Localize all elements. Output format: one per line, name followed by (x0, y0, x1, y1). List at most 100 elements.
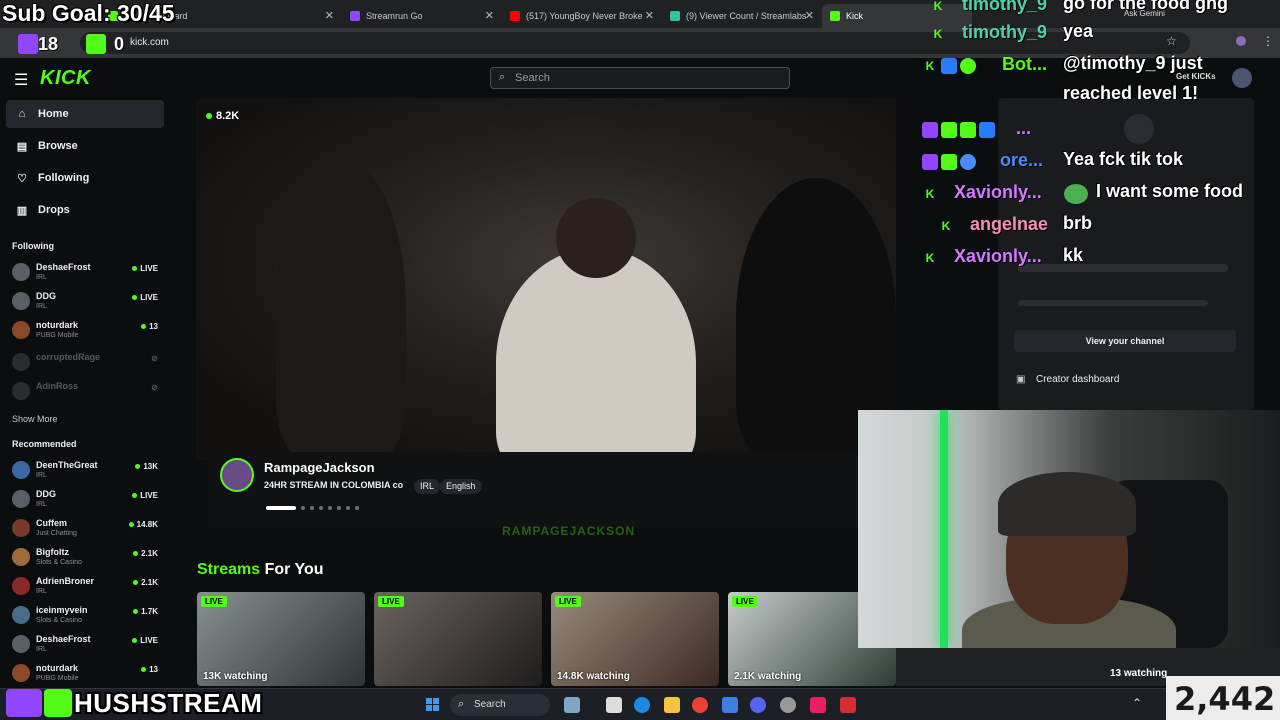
chat-message: K Xavionly... kk (920, 244, 1280, 274)
channel-name: noturdark (36, 663, 79, 673)
recommended-channel[interactable]: iceinmyvein Slots & Casino 1.7K (12, 603, 162, 629)
close-icon[interactable]: ✕ (805, 9, 814, 22)
nav-label: Following (38, 172, 90, 184)
overlay-stat-count: 18 (38, 34, 59, 54)
avatar (12, 490, 30, 508)
recommended-channel[interactable]: noturdark PUBG Mobile 13 (12, 661, 162, 687)
task-view-icon[interactable] (606, 697, 622, 713)
carousel-indicator[interactable] (266, 506, 359, 510)
channel-name: DeshaeFrost (36, 262, 91, 272)
weather-icon[interactable] (564, 697, 580, 713)
following-channel[interactable]: noturdark PUBG Mobile 13 (12, 318, 162, 344)
chat-username: ... (1016, 118, 1032, 138)
offline-icon: ⊘ (151, 383, 158, 392)
stream-card[interactable]: LIVE 13K watching (197, 592, 365, 686)
close-icon[interactable]: ✕ (325, 9, 334, 22)
carousel-dot[interactable] (337, 506, 341, 510)
recommended-channel[interactable]: Cuffem Just Chatting 14.8K (12, 516, 162, 542)
channel-category: Slots & Casino (36, 559, 82, 566)
carousel-dot[interactable] (301, 506, 305, 510)
sword-badge-icon (941, 154, 957, 170)
tab-title: Streamrun Go (366, 11, 423, 21)
settings-icon[interactable] (780, 697, 796, 713)
discord-icon[interactable] (750, 697, 766, 713)
chrome-icon[interactable] (692, 697, 708, 713)
tag-irl[interactable]: IRL (414, 479, 441, 494)
avatar[interactable] (220, 458, 254, 492)
following-channel[interactable]: DeshaeFrost IRL LIVE (12, 260, 162, 286)
avatar (12, 353, 30, 371)
stream-card[interactable]: LIVE 14.8K watching (551, 592, 719, 686)
taskbar-search[interactable]: ⌕ Search (450, 694, 550, 716)
close-icon[interactable]: ✕ (645, 9, 654, 22)
search-input[interactable]: ⌕ Search (490, 67, 790, 89)
windows-start-icon[interactable] (426, 698, 440, 712)
stream-card[interactable]: LIVE (374, 592, 542, 686)
menu-placeholder (1018, 300, 1208, 306)
carousel-dot[interactable] (328, 506, 332, 510)
app-icon[interactable] (840, 697, 856, 713)
video-figure (496, 248, 696, 460)
view-channel-button[interactable]: View your channel (1014, 330, 1236, 352)
avatar (12, 461, 30, 479)
close-icon[interactable]: ✕ (485, 9, 494, 22)
live-badge: LIVE (378, 596, 404, 607)
avatar (12, 664, 30, 682)
carousel-dot[interactable] (319, 506, 323, 510)
carousel-dot[interactable] (346, 506, 350, 510)
carousel-dot-active[interactable] (266, 506, 296, 510)
app-icon[interactable] (722, 697, 738, 713)
streamrun-favicon-icon (350, 11, 360, 21)
chat-username: Xavionly... (954, 182, 1042, 202)
watching-count: 13 watching (1110, 668, 1168, 679)
nav-following[interactable]: ♡ Following (6, 164, 164, 192)
chat-message: K timothy_9 go for the food gng (920, 0, 1280, 22)
recommended-channel[interactable]: AdrienBroner IRL 2.1K (12, 574, 162, 600)
channel-name: noturdark (36, 320, 79, 330)
show-more-link[interactable]: Show More (12, 414, 58, 424)
carousel-dot[interactable] (355, 506, 359, 510)
file-explorer-icon[interactable] (664, 697, 680, 713)
carousel-dot[interactable] (310, 506, 314, 510)
channel-name: DDG (36, 489, 56, 499)
recommended-channel[interactable]: DeenTheGreat IRL 13K (12, 458, 162, 484)
channel-category: Slots & Casino (36, 617, 82, 624)
channel-name: DeshaeFrost (36, 634, 91, 644)
webcam-led-strip (940, 410, 948, 648)
viewer-count: 13K (135, 462, 158, 471)
nav-drops[interactable]: ▥ Drops (6, 196, 164, 224)
live-status: LIVE (132, 293, 158, 302)
recommended-channel[interactable]: DeshaeFrost IRL LIVE (12, 632, 162, 658)
avatar (12, 635, 30, 653)
browser-tab[interactable]: (517) YoungBoy Never Broke ✕ (502, 4, 660, 28)
kick-logo[interactable]: KICK (40, 67, 91, 90)
tab-title: (9) Viewer Count / Streamlabs (686, 11, 807, 21)
nav-browse[interactable]: ▤ Browse (6, 132, 164, 160)
watching-count: 13K watching (203, 671, 268, 682)
live-badge: LIVE (555, 596, 581, 607)
avatar (12, 548, 30, 566)
featured-video-player[interactable] (196, 98, 896, 460)
chevron-up-icon[interactable]: ⌃ (1132, 696, 1142, 710)
featured-stream-info[interactable]: RampageJackson 24HR STREAM IN COLOMBIA c… (208, 452, 858, 528)
tab-title: Kick (846, 11, 864, 21)
menu-icon[interactable]: ☰ (14, 70, 28, 90)
streamer-name[interactable]: RampageJackson (264, 460, 375, 475)
browser-tab[interactable]: (9) Viewer Count / Streamlabs ✕ (662, 4, 820, 28)
creator-dashboard-link[interactable]: ▣ Creator dashboard (1016, 374, 1119, 385)
recommended-channel[interactable]: DDG IRL LIVE (12, 487, 162, 513)
tag-language[interactable]: English (440, 479, 482, 494)
channel-name: iceinmyvein (36, 605, 88, 615)
nav-home[interactable]: ⌂ Home (6, 100, 164, 128)
channel-name: AdrienBroner (36, 576, 95, 586)
following-channel-offline[interactable]: AdinRoss ⊘ (12, 379, 162, 405)
recommended-channel[interactable]: Bigfoltz Slots & Casino 2.1K (12, 545, 162, 571)
avatar (12, 577, 30, 595)
browser-tab[interactable]: Streamrun Go ✕ (342, 4, 500, 28)
following-channel[interactable]: DDG IRL LIVE (12, 289, 162, 315)
tiktok-icon[interactable] (810, 697, 826, 713)
viewer-count: 1.7K (133, 607, 158, 616)
edge-icon[interactable] (634, 697, 650, 713)
url-text[interactable]: kick.com (130, 37, 169, 48)
following-channel-offline[interactable]: corruptedRage ⊘ (12, 350, 162, 376)
